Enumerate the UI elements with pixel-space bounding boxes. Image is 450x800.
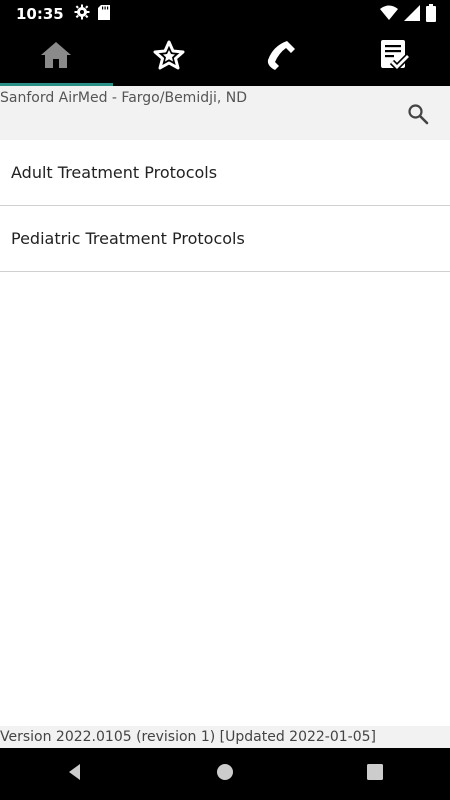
search-button[interactable]: [406, 102, 430, 126]
status-right-icons: [380, 4, 436, 26]
wifi-icon: [380, 5, 398, 25]
home-circle-icon: [216, 763, 234, 785]
tab-phone[interactable]: [225, 28, 338, 86]
star-icon: [153, 40, 185, 74]
tab-home[interactable]: [0, 28, 113, 86]
status-left-icons: [74, 4, 110, 24]
home-icon: [40, 40, 72, 74]
top-tab-bar: [0, 28, 450, 86]
list-item-pediatric-protocols[interactable]: Pediatric Treatment Protocols: [0, 206, 450, 272]
recents-square-icon: [366, 763, 384, 785]
recents-button[interactable]: [355, 754, 395, 794]
home-button[interactable]: [205, 754, 245, 794]
back-triangle-icon: [66, 763, 84, 785]
protocol-list: Adult Treatment Protocols Pediatric Trea…: [0, 140, 450, 272]
status-bar: 10:35: [0, 0, 450, 28]
tab-favorites[interactable]: [113, 28, 226, 86]
search-icon: [406, 104, 430, 130]
battery-icon: [426, 4, 436, 26]
tab-checklist[interactable]: [338, 28, 450, 86]
settings-gear-icon: [74, 4, 90, 24]
list-item-label: Adult Treatment Protocols: [11, 163, 218, 182]
phone-icon: [265, 39, 297, 75]
status-time: 10:35: [16, 5, 64, 23]
list-item-adult-protocols[interactable]: Adult Treatment Protocols: [0, 140, 450, 206]
signal-icon: [404, 5, 420, 25]
back-button[interactable]: [55, 754, 95, 794]
page-title: Sanford AirMed - Fargo/Bemidji, ND: [0, 90, 248, 106]
page-header: Sanford AirMed - Fargo/Bemidji, ND: [0, 86, 450, 140]
checklist-icon: [379, 39, 410, 75]
system-nav-bar: [0, 748, 450, 800]
app-screen: 10:35 Sanford AirMed - Fargo/Bemidji, ND…: [0, 0, 450, 800]
sd-card-icon: [97, 4, 110, 24]
list-item-label: Pediatric Treatment Protocols: [11, 229, 245, 248]
version-footer: Version 2022.0105 (revision 1) [Updated …: [0, 726, 450, 748]
